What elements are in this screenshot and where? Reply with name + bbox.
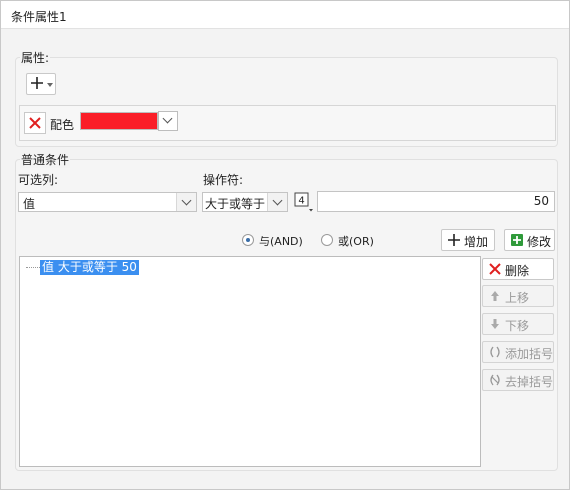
add-bracket-button[interactable]: 添加括号 bbox=[482, 341, 554, 363]
operator-select-arrow[interactable] bbox=[267, 193, 287, 211]
dialog-titlebar: 条件属性1 bbox=[1, 1, 569, 29]
bracket-icon bbox=[490, 346, 500, 358]
chevron-down-icon bbox=[272, 195, 283, 206]
edit-icon bbox=[511, 234, 523, 246]
column-label: 可选列: bbox=[18, 173, 59, 187]
arrow-up-icon bbox=[491, 291, 499, 301]
logic-or-label: 或(OR) bbox=[338, 235, 374, 248]
chevron-down-icon bbox=[181, 195, 192, 206]
dialog-title: 条件属性1 bbox=[11, 10, 67, 24]
modify-condition-button[interactable]: 修改 bbox=[504, 229, 555, 251]
move-up-label: 上移 bbox=[505, 291, 530, 305]
caret-down-icon bbox=[47, 83, 53, 87]
delete-label: 删除 bbox=[505, 264, 530, 278]
add-condition-button[interactable]: 增加 bbox=[441, 229, 495, 251]
condition-list-item[interactable]: 值 大于或等于 50 bbox=[40, 260, 139, 275]
move-down-label: 下移 bbox=[505, 319, 530, 333]
property-label: 配色 bbox=[50, 118, 75, 132]
value-format-button[interactable]: 4 bbox=[293, 191, 315, 213]
operator-label: 操作符: bbox=[203, 173, 244, 187]
condition-list[interactable]: 值 大于或等于 50 bbox=[19, 256, 481, 467]
properties-legend: 属性: bbox=[20, 49, 51, 66]
modify-condition-label: 修改 bbox=[527, 235, 552, 249]
color-swatch[interactable] bbox=[80, 112, 158, 130]
plus-icon bbox=[31, 77, 43, 89]
add-condition-label: 增加 bbox=[464, 235, 489, 249]
remove-bracket-label: 去掉括号 bbox=[505, 375, 554, 389]
add-property-button[interactable] bbox=[26, 73, 56, 95]
svg-text:4: 4 bbox=[298, 196, 304, 207]
conditions-legend: 普通条件 bbox=[20, 151, 71, 168]
operator-select[interactable]: 大于或等于 bbox=[202, 192, 288, 212]
remove-bracket-button[interactable]: 去掉括号 bbox=[482, 369, 554, 391]
move-up-button[interactable]: 上移 bbox=[482, 285, 554, 307]
remove-bracket-icon bbox=[490, 374, 500, 386]
radio-dot bbox=[321, 234, 333, 246]
plus-icon bbox=[448, 234, 460, 246]
column-select[interactable]: 值 bbox=[18, 192, 197, 212]
condition-properties-dialog: 条件属性1 属性: 配色 普通条件 可选列: 操作符: 值 大于或等于 4 50… bbox=[0, 0, 570, 490]
color-dropdown-button[interactable] bbox=[158, 111, 178, 131]
condition-value-input[interactable]: 50 bbox=[317, 191, 555, 212]
column-select-value: 值 bbox=[23, 197, 36, 211]
column-select-arrow[interactable] bbox=[176, 193, 196, 211]
operator-select-value: 大于或等于 bbox=[205, 197, 266, 211]
add-bracket-label: 添加括号 bbox=[505, 347, 554, 361]
remove-property-button[interactable] bbox=[24, 112, 46, 134]
arrow-down-icon bbox=[491, 319, 499, 329]
chevron-down-icon bbox=[162, 113, 173, 124]
radio-dot bbox=[242, 234, 254, 246]
move-down-button[interactable]: 下移 bbox=[482, 313, 554, 335]
number-format-icon: 4 bbox=[294, 192, 313, 212]
property-row-color: 配色 bbox=[19, 105, 556, 141]
logic-and-label: 与(AND) bbox=[259, 235, 303, 248]
delete-button[interactable]: 删除 bbox=[482, 258, 554, 280]
close-icon bbox=[29, 117, 41, 129]
tree-connector bbox=[26, 267, 40, 268]
delete-icon bbox=[489, 263, 501, 275]
